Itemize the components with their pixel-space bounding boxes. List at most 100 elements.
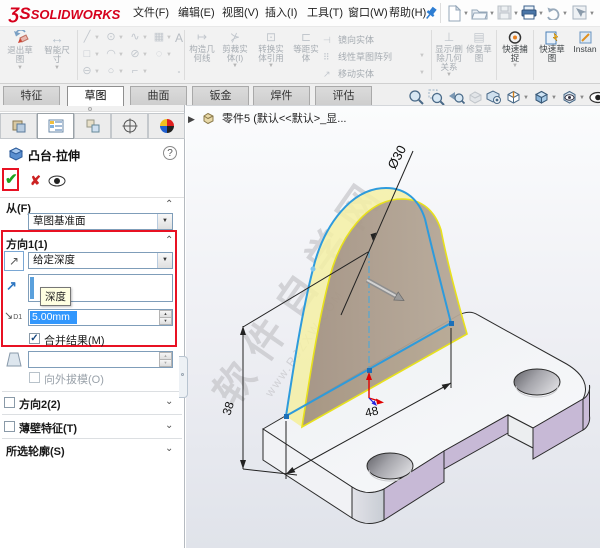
depth-value[interactable]: 5.00mm [32,310,70,325]
graphics-viewport[interactable]: 软件自学网 www.RJZXW.COM [186,105,600,548]
exit-sketch-button[interactable]: 退出草 图 ▼ [2,30,38,72]
depth-spinner[interactable]: 5.00mm ▲▼ [28,309,173,326]
menu-insert[interactable]: 插入(I) [261,0,301,26]
sketch-construction-button[interactable]: ◌ [152,47,166,62]
sketch-vertex[interactable] [449,321,454,326]
flyout-caret[interactable]: ▼ [94,52,100,58]
plate-hole-right[interactable] [514,369,560,395]
display-style-caret[interactable]: ▼ [551,95,557,101]
cancel-button[interactable]: ✘ [30,173,41,189]
eye-icon[interactable] [589,89,600,106]
tab-property-manager[interactable] [37,113,74,139]
hide-show-caret[interactable]: ▼ [579,95,585,101]
flyout-caret[interactable]: ▼ [118,69,124,75]
ok-button[interactable]: ✔ [5,170,18,188]
direction1-collapse-chevron[interactable]: ⌃ [165,235,173,246]
spin-down[interactable]: ▼ [159,317,172,325]
tab-sheet-metal[interactable]: 钣金 [192,86,249,105]
flyout-caret[interactable]: ▼ [2,64,38,72]
preview-eye-button[interactable] [48,175,66,188]
direction2-section-label[interactable]: 方向2(2) [19,396,61,412]
pin-icon[interactable] [424,6,438,21]
flyout-caret[interactable]: ▼ [419,70,425,76]
smart-dimension-button[interactable]: ↔ 智能尺 寸 ▼ [39,30,75,72]
tree-node-label[interactable]: 零件5 (默认<<默认>_显... [222,113,346,125]
tab-dimxpert-manager[interactable] [111,113,148,139]
mirror-entities-button[interactable]: ⊣镜向实体 [323,33,374,47]
tab-sketch[interactable]: 草图 [67,86,124,106]
flyout-caret[interactable]: ▼ [219,63,251,70]
select-caret[interactable]: ▼ [589,11,595,17]
panel-splitter[interactable] [0,105,184,112]
open-file-caret[interactable]: ▼ [489,11,495,17]
previous-view-icon[interactable] [448,89,465,106]
direction1-section-label[interactable]: 方向1(1) [6,236,48,252]
flyout-caret[interactable]: ▼ [253,63,289,70]
direction2-checkbox[interactable] [4,397,15,408]
plate-corner-wall[interactable] [352,487,384,524]
thin-feature-section-label[interactable]: 薄壁特征(T) [19,420,77,436]
move-entities-button[interactable]: ↗移动实体 [323,67,374,81]
print-icon[interactable] [521,5,537,20]
flyout-caret[interactable]: ▼ [499,63,531,70]
instant2d-button[interactable]: Instan [570,30,600,54]
direction2-chevron[interactable]: ⌄ [165,396,173,407]
help-icon[interactable]: ? [163,146,177,160]
convert-entities-button[interactable]: ⊡ 转换实 体引用 ▼ [253,30,289,70]
tab-weldments[interactable]: 焊件 [253,86,310,105]
sketch-spline-button[interactable]: ∿ [128,30,142,45]
flyout-caret[interactable]: ▼ [118,52,124,58]
thin-feature-chevron[interactable]: ⌄ [165,420,173,431]
undo-caret[interactable]: ▼ [562,11,568,17]
flyout-caret[interactable]: ▼ [94,35,100,41]
from-collapse-chevron[interactable]: ⌃ [165,199,173,210]
sketch-fillet-button[interactable]: ⌐ [128,64,142,79]
merge-result-checkbox[interactable]: ✓ [29,333,40,344]
flyout-caret[interactable]: ▼ [434,72,464,79]
spin-down[interactable]: ▼ [159,359,172,367]
from-plane-combobox[interactable]: 草图基准面▼ [28,213,173,230]
sketch-origin-point[interactable] [367,368,372,373]
sketch-rectangle-button[interactable]: □ [80,47,94,62]
tree-expand-arrow[interactable]: ▶ [188,114,195,124]
flyout-caret[interactable]: ▼ [419,53,425,59]
new-file-caret[interactable]: ▼ [463,11,469,17]
sketch-circle-button[interactable]: ⊙ [104,30,118,45]
flyout-caret[interactable]: ▼ [142,69,148,75]
zoom-area-icon[interactable] [428,89,445,106]
selected-contours-chevron[interactable]: ⌄ [165,443,173,454]
flyout-caret[interactable]: ▼ [166,52,172,58]
sketch-point-circle-button[interactable]: ○ [104,64,118,79]
sketch-ellipse-button[interactable]: ⊘ [128,47,142,62]
tab-configuration-manager[interactable] [74,113,111,139]
view-orientation-icon[interactable] [505,89,522,106]
flyout-caret[interactable]: ▼ [142,52,148,58]
sketch-slot-button[interactable]: ⊖ [80,64,94,79]
flyout-caret[interactable]: ▼ [39,64,75,72]
flyout-caret[interactable]: ▼ [142,35,148,41]
tab-surfaces[interactable]: 曲面 [130,86,187,105]
plate-hole-left[interactable] [367,453,413,479]
rapid-sketch-button[interactable]: 快速草 图 [536,30,568,63]
flyout-caret[interactable]: ▼ [94,69,100,75]
undo-icon[interactable] [546,6,561,20]
display-delete-relations-button[interactable]: ⊥ 显示/删 除几何 关系 ▼ [434,30,464,79]
linear-pattern-button[interactable]: ⠿线性草图阵列 [323,50,392,64]
thin-feature-checkbox[interactable] [4,421,15,432]
draft-outward-checkbox[interactable] [29,372,40,383]
view-settings-icon[interactable] [485,89,503,106]
open-file-icon[interactable] [471,7,488,20]
draft-angle-spinner[interactable]: ▲▼ [28,351,173,368]
hide-show-items-icon[interactable] [561,89,578,106]
select-icon[interactable] [572,5,587,20]
panel-flyout-handle[interactable] [179,356,188,398]
sketch-vertex[interactable] [284,414,289,419]
repair-sketch-button[interactable]: ▤ 修复草 图 [464,30,494,63]
reverse-direction-button[interactable]: ↗ [4,251,24,271]
tab-features[interactable]: 特征 [3,86,60,105]
menu-view[interactable]: 视图(V) [218,0,263,26]
construction-geometry-button[interactable]: ↦ 构造几 何线 [187,30,217,63]
menu-file[interactable]: 文件(F) [129,0,173,26]
sketch-line-button[interactable]: ╱ [80,30,94,45]
tab-feature-manager[interactable] [0,113,37,139]
